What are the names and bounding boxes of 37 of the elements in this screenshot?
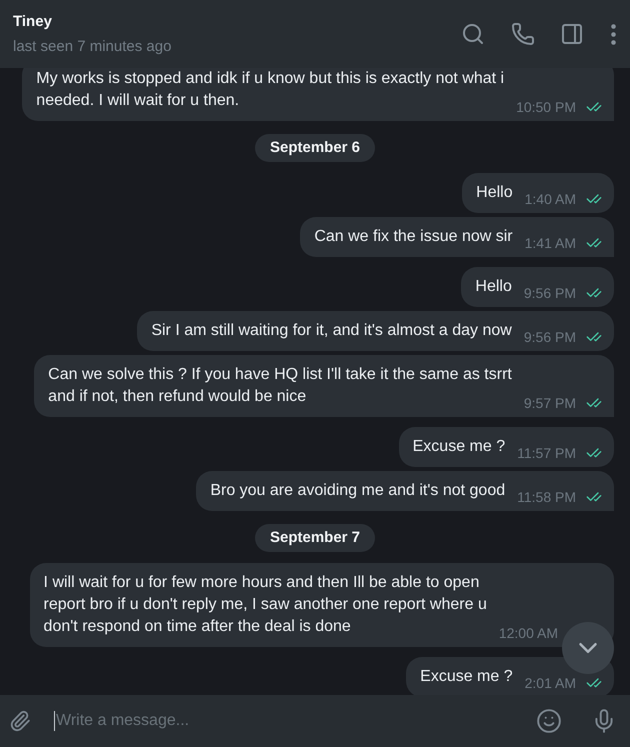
panel-icon	[560, 22, 584, 46]
message-text: Sir I am still waiting for it, and it's almost a day now	[151, 321, 512, 341]
message-time: 11:58 PM	[517, 489, 576, 505]
message-text: Can we fix the issue now sir	[314, 227, 513, 247]
message-input[interactable]: Write a message...	[56, 709, 526, 733]
message-time: 1:41 AM	[524, 235, 576, 251]
message-time: 12:00 AM	[498, 625, 558, 641]
smiley-icon	[536, 708, 562, 734]
emoji-button[interactable]	[536, 708, 562, 734]
side-panel-button[interactable]	[560, 22, 584, 46]
search-button[interactable]	[461, 22, 485, 46]
more-button[interactable]	[611, 24, 616, 44]
message-time: 9:57 PM	[524, 395, 576, 411]
message-time: 11:57 PM	[517, 445, 576, 461]
message-text: Bro you are avoiding me and it's not good	[210, 481, 506, 501]
date-separator: September 6	[254, 134, 376, 162]
more-icon	[611, 24, 616, 44]
date-separator: September 7	[254, 524, 376, 552]
message-time: 10:50 PM	[516, 99, 576, 115]
message-time: 9:56 PM	[524, 285, 576, 301]
message-time: 2:01 AM	[524, 675, 576, 691]
message-text: I will wait for u for few more hours and then Ill be able to open report bro if u don't reply me, I saw another one report where u don't respond on time after the deal is done	[44, 573, 487, 637]
call-button[interactable]	[511, 22, 535, 46]
last-seen-status: last seen 7 minutes ago	[13, 36, 172, 56]
search-icon	[461, 22, 485, 46]
paperclip-icon	[9, 710, 31, 732]
contact-name: Tiney	[13, 12, 53, 32]
message-text: My works is stopped and idk if u know but this is exactly not what i needed. I will wait for u then.	[36, 69, 504, 111]
message-time: 9:56 PM	[524, 329, 576, 345]
message-text: Can we solve this ? If you have HQ list I'll take it the same as tsrrt and if not, then refund would be nice	[48, 365, 512, 407]
message-time: 1:40 AM	[524, 191, 576, 207]
message-text: Hello	[475, 277, 512, 297]
message-text: Excuse me ?	[420, 667, 513, 687]
phone-icon	[511, 22, 535, 46]
message-text: Hello	[476, 183, 513, 203]
message-text: Excuse me ?	[412, 437, 506, 457]
attach-button[interactable]	[9, 710, 31, 732]
